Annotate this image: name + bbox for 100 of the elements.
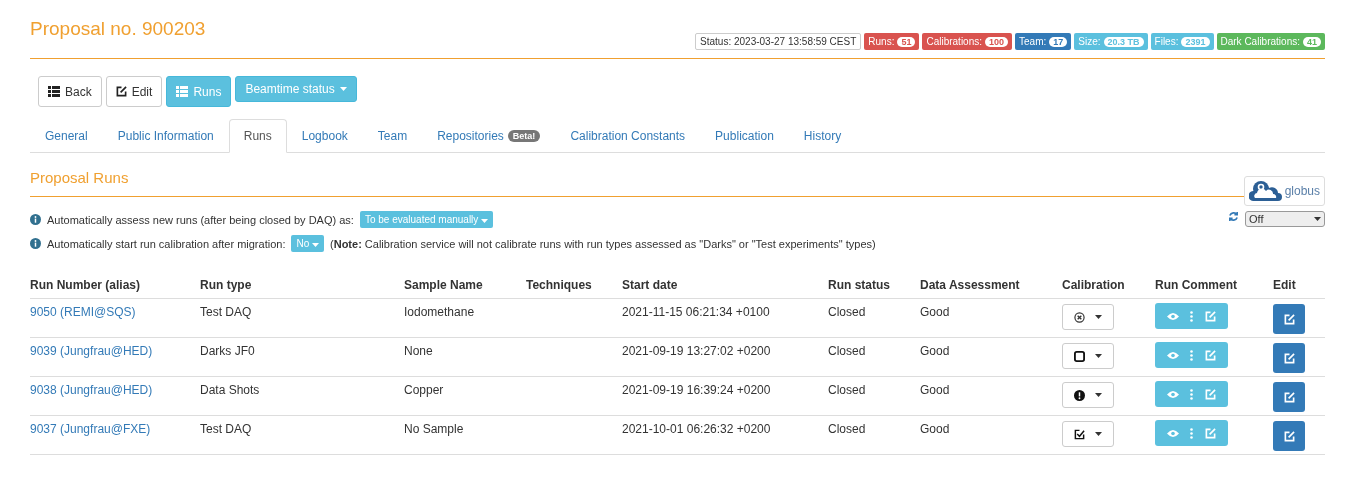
- more-icon[interactable]: [1190, 427, 1194, 439]
- nav-button[interactable]: Back: [38, 76, 102, 107]
- column-header: Run status: [828, 278, 891, 294]
- table-cell-text: Good: [920, 382, 951, 399]
- cloud-logo-icon: [1248, 179, 1283, 203]
- edit-icon: [1205, 310, 1217, 322]
- run-link[interactable]: 9038 (Jungfrau@HED): [30, 377, 200, 403]
- more-icon[interactable]: [1190, 349, 1194, 361]
- table-cell-text: Closed: [828, 304, 867, 321]
- table-cell-text: Closed: [828, 382, 867, 399]
- edit-button[interactable]: [1273, 382, 1305, 412]
- more-icon[interactable]: [1190, 310, 1194, 322]
- refresh-select[interactable]: Off: [1245, 211, 1325, 227]
- caret-icon: [1314, 217, 1321, 221]
- list-icon: [48, 86, 60, 97]
- eye-icon[interactable]: [1166, 428, 1179, 438]
- square-icon: [1074, 350, 1085, 362]
- edit-icon: [1205, 349, 1217, 361]
- table-cell-text: Test DAQ: [200, 304, 253, 321]
- refresh-icon[interactable]: [1228, 211, 1239, 222]
- table-cell-text: Iodomethane: [404, 304, 476, 321]
- calibration-dropdown[interactable]: [1062, 382, 1114, 408]
- column-header: Start date: [622, 278, 679, 294]
- table-cell-text: Data Shots: [200, 382, 261, 399]
- table-cell-text: Closed: [828, 343, 867, 360]
- column-header: Edit: [1273, 278, 1297, 294]
- note-text: (Note: Calibration service will not calibrate runs with run types assessed as "Darks" or "Test experiments" types): [330, 237, 876, 250]
- globus-button[interactable]: globus: [1243, 176, 1325, 206]
- caret-icon: [312, 243, 319, 247]
- tab[interactable]: General: [30, 119, 103, 153]
- column-header: Run Number (alias): [30, 278, 141, 294]
- calibration-dropdown[interactable]: [1062, 421, 1114, 447]
- edit-icon: [115, 86, 127, 97]
- caret-icon: [1095, 393, 1102, 397]
- list-icon: [176, 86, 189, 97]
- counter-label: Size: 20.3 TB: [1074, 33, 1148, 50]
- tab[interactable]: Team: [362, 119, 423, 153]
- more-icon[interactable]: [1190, 388, 1194, 400]
- edit-icon: [1283, 391, 1295, 403]
- setting-label: Automatically assess new runs (after being closed by DAQ) as:: [47, 213, 354, 226]
- table-cell-text: 2021-09-19 16:39:24 +0200: [622, 382, 772, 399]
- table-cell-text: Test DAQ: [200, 421, 253, 438]
- section-title: Proposal Runs: [30, 169, 129, 186]
- nav-button[interactable]: Edit: [105, 76, 163, 107]
- checkbox-icon: [1074, 428, 1085, 440]
- edit-button[interactable]: [1273, 304, 1305, 334]
- tab[interactable]: Public Information: [102, 119, 229, 153]
- run-link[interactable]: 9039 (Jungfrau@HED): [30, 338, 200, 364]
- counter-label: Runs: 51: [864, 33, 920, 50]
- edit-icon: [1205, 388, 1217, 400]
- edit-button[interactable]: [1273, 343, 1305, 373]
- setting-label: Automatically start run calibration after migration:: [47, 237, 286, 250]
- caret-icon: [1095, 354, 1102, 358]
- table-cell-text: 2021-11-15 06:21:34 +0100: [622, 304, 771, 321]
- run-link[interactable]: 9050 (REMI@SQS): [30, 299, 200, 325]
- eye-icon[interactable]: [1166, 389, 1179, 399]
- edit-button[interactable]: [1273, 421, 1305, 451]
- eye-icon[interactable]: [1166, 350, 1179, 360]
- column-header: Data Assessment: [920, 278, 1021, 294]
- tab[interactable]: Logbook: [286, 119, 363, 153]
- column-header: Sample Name: [404, 278, 484, 294]
- table-cell-text: Good: [920, 304, 951, 321]
- table-cell-text: No Sample: [404, 421, 465, 438]
- table-cell-text: Copper: [404, 382, 445, 399]
- edit-icon: [1283, 430, 1295, 442]
- tab[interactable]: Runs: [228, 119, 287, 153]
- exclamation-icon: [1074, 389, 1085, 401]
- tab[interactable]: Repositories Beta!: [422, 119, 556, 153]
- page-title: Proposal no. 900203: [30, 18, 206, 40]
- caret-icon: [1095, 315, 1102, 319]
- comment-button-group[interactable]: [1155, 303, 1228, 329]
- counter-label: Dark Calibrations: 41: [1216, 33, 1325, 50]
- table-cell-text: Good: [920, 343, 951, 360]
- status-label: Status: 2023-03-27 13:58:59 CEST: [695, 33, 862, 50]
- column-header: Run type: [200, 278, 253, 294]
- run-link[interactable]: 9037 (Jungfrau@FXE): [30, 416, 200, 442]
- eye-icon[interactable]: [1166, 311, 1179, 321]
- comment-button-group[interactable]: [1155, 381, 1228, 407]
- column-header: Calibration: [1062, 278, 1126, 294]
- info-icon: [30, 214, 41, 225]
- x-circle-icon: [1074, 311, 1085, 323]
- column-header: Run Comment: [1155, 278, 1238, 294]
- caret-icon: [339, 87, 347, 91]
- tab[interactable]: Publication: [700, 119, 789, 153]
- comment-button-group[interactable]: [1155, 420, 1228, 446]
- table-cell-text: Darks JF0: [200, 343, 256, 360]
- comment-button-group[interactable]: [1155, 342, 1228, 368]
- tab[interactable]: History: [788, 119, 857, 153]
- caret-icon: [481, 219, 489, 223]
- calibration-dropdown[interactable]: [1062, 343, 1114, 369]
- column-header: Techniques: [526, 278, 593, 294]
- edit-icon: [1283, 352, 1295, 364]
- table-cell-text: Good: [920, 421, 951, 438]
- counter-label: Calibrations: 100: [922, 33, 1013, 50]
- tab[interactable]: Calibration Constants: [555, 119, 701, 153]
- table-cell-text: 2021-10-01 06:26:32 +0200: [622, 421, 772, 438]
- edit-icon: [1205, 427, 1217, 439]
- counter-label: Team: 17: [1015, 33, 1072, 50]
- counter-label: Files: 2391: [1150, 33, 1214, 50]
- table-cell-text: 2021-09-19 13:27:02 +0200: [622, 343, 772, 360]
